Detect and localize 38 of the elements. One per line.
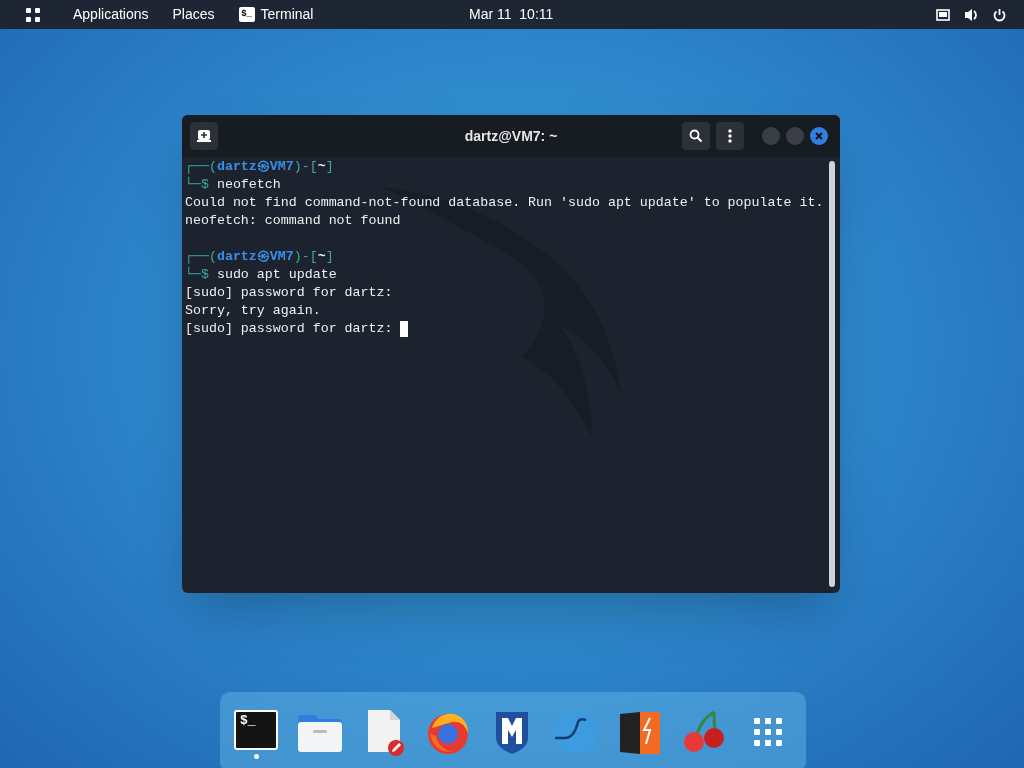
volume-icon[interactable] — [964, 7, 979, 22]
terminal-text: neofetch: command not found — [185, 212, 401, 230]
menu-button[interactable] — [716, 122, 744, 150]
prompt-frame: ] — [325, 158, 334, 176]
active-app-label[interactable]: Terminal — [260, 4, 314, 25]
terminal-text: Could not find command-not-found database. Run 'sudo apt update' to populate it. — [185, 194, 824, 212]
terminal-text: Sorry, try again. — [185, 302, 321, 320]
prompt-frame: └─$ — [185, 176, 217, 194]
prompt-frame: )-[ — [293, 158, 318, 176]
close-button[interactable] — [810, 127, 828, 145]
terminal-text: neofetch — [216, 176, 281, 194]
terminal-icon[interactable]: $_ — [234, 710, 278, 750]
new-tab-icon — [197, 130, 211, 142]
app-grid-icon[interactable] — [25, 6, 41, 23]
prompt-user: dartz㉿VM7 — [216, 158, 294, 176]
terminal-text: [sudo] password for dartz: — [185, 284, 393, 302]
prompt-frame: ┌──( — [185, 158, 217, 176]
menu-item[interactable]: Places — [172, 4, 215, 25]
terminal-text: [sudo] password for dartz: — [185, 320, 394, 338]
clock[interactable]: Mar 11 10:11 — [469, 4, 554, 25]
window-title: dartz@VM7: ~ — [464, 126, 558, 146]
new-tab-button[interactable] — [190, 122, 218, 150]
kebab-menu-icon — [728, 129, 732, 143]
prompt-frame: ] — [325, 248, 334, 266]
prompt-path: ~ — [317, 158, 326, 176]
scrollbar[interactable] — [829, 161, 835, 587]
prompt-frame: ┌──( — [185, 248, 217, 266]
terminal-icon: $_ — [238, 7, 255, 22]
close-icon — [815, 132, 823, 140]
search-button[interactable] — [682, 122, 710, 150]
prompt-frame: )-[ — [293, 248, 318, 266]
prompt-frame: └─$ — [185, 266, 217, 284]
search-icon — [689, 129, 703, 143]
menu-item[interactable]: Applications — [73, 4, 149, 25]
prompt-path: ~ — [317, 248, 326, 266]
prompt-user: dartz㉿VM7 — [216, 248, 294, 266]
terminal-text: sudo apt update — [216, 266, 337, 284]
power-icon[interactable] — [993, 7, 1006, 22]
